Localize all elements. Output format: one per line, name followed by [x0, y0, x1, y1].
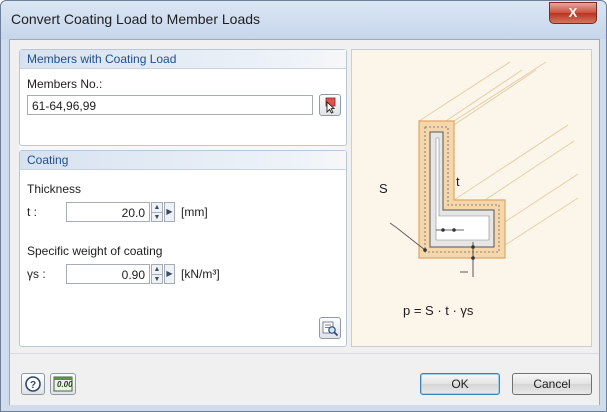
weight-heading: Specific weight of coating	[27, 244, 163, 258]
coating-group-header: Coating	[20, 151, 346, 170]
details-button[interactable]	[319, 317, 341, 339]
spin-up-icon[interactable]: ▲	[152, 203, 162, 213]
thickness-menu-button[interactable]: ▶	[164, 202, 175, 222]
members-group-header: Members with Coating Load	[20, 50, 346, 69]
t-label: t :	[27, 205, 38, 219]
specific-weight-input[interactable]: 0.90	[66, 264, 150, 284]
arrow-right-icon: ▶	[166, 207, 173, 216]
pick-members-button[interactable]	[319, 94, 341, 116]
arrow-right-icon: ▶	[166, 269, 173, 278]
details-magnifier-icon	[322, 321, 339, 337]
coated-angle-section-diagram	[389, 61, 579, 277]
weight-spinner[interactable]: ▲ ▼	[151, 264, 163, 284]
thickness-input[interactable]: 20.0	[66, 202, 150, 222]
button-bar: ? 0.00 OK Cancel	[10, 353, 599, 405]
diagram-label-t: t	[456, 174, 460, 189]
input-panel: Members with Coating Load Members No.: 6…	[19, 49, 347, 347]
ys-unit: [kN/m³]	[181, 267, 220, 281]
ys-label: γs :	[27, 267, 46, 281]
t-unit: [mm]	[181, 205, 208, 219]
members-no-input[interactable]: 61-64,96,99	[27, 95, 313, 115]
select-members-cursor-icon	[325, 97, 336, 114]
help-icon: ?	[25, 376, 41, 392]
decimal-places-text: 0.00	[57, 380, 73, 389]
svg-text:?: ?	[30, 380, 36, 391]
dialog-title: Convert Coating Load to Member Loads	[11, 11, 261, 27]
members-group: Members with Coating Load Members No.: 6…	[19, 49, 347, 146]
dialog-body: Members with Coating Load Members No.: 6…	[9, 39, 600, 405]
help-button[interactable]: ?	[21, 373, 45, 395]
ok-button[interactable]: OK	[420, 373, 500, 395]
thickness-heading: Thickness	[27, 182, 82, 196]
members-no-label: Members No.:	[27, 77, 103, 91]
cancel-button[interactable]: Cancel	[512, 373, 592, 395]
spin-down-icon[interactable]: ▼	[152, 213, 162, 222]
decimal-places-button[interactable]: 0.00	[50, 373, 76, 395]
illustration-panel: S t p = S · t · γs	[351, 49, 592, 347]
dialog-window: Convert Coating Load to Member Loads X M…	[0, 0, 607, 412]
coating-group: Coating Thickness t : 20.0 ▲ ▼ ▶ [mm] Sp…	[19, 150, 347, 347]
thickness-spinner[interactable]: ▲ ▼	[151, 202, 163, 222]
spin-up-icon[interactable]: ▲	[152, 265, 162, 275]
title-bar: Convert Coating Load to Member Loads X	[1, 1, 606, 39]
diagram-formula: p = S · t · γs	[403, 303, 474, 318]
weight-menu-button[interactable]: ▶	[164, 264, 175, 284]
diagram-label-s: S	[379, 181, 388, 196]
close-button[interactable]: X	[549, 2, 597, 24]
spin-down-icon[interactable]: ▼	[152, 275, 162, 284]
